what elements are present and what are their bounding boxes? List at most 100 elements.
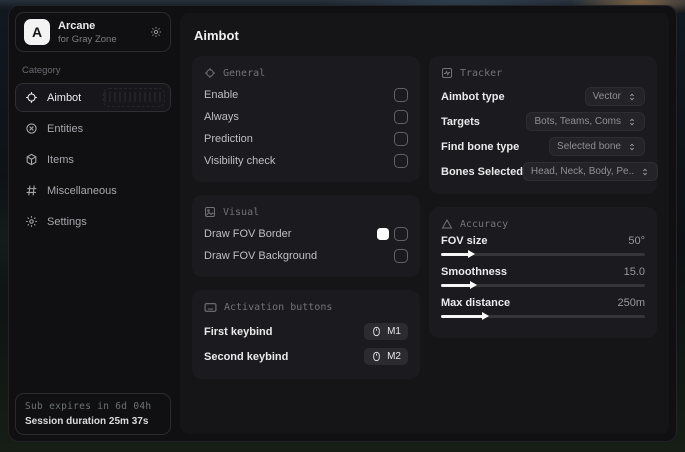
draw-fov-border-checkbox[interactable] [394, 227, 408, 241]
slider-label: Max distance [441, 297, 511, 309]
entity-icon [25, 122, 38, 135]
toggle-row: Draw FOV Border [204, 223, 408, 245]
toggle-label: Visibility check [204, 155, 276, 167]
select-label: Bones Selected [441, 165, 523, 178]
toggle-label: Prediction [204, 133, 253, 145]
image-icon [204, 206, 216, 218]
slider-fill [441, 283, 472, 287]
mouse-icon [371, 326, 382, 337]
page-title: Aimbot [194, 28, 239, 43]
hash-icon [25, 184, 38, 197]
visual-card: Visual Draw FOV Border Draw FOV Backgrou… [192, 195, 420, 277]
crosshair-icon [204, 67, 216, 79]
toggle-label: Always [204, 111, 239, 123]
card-title: Visual [223, 206, 260, 218]
main-panel: Aimbot General Enable Always Prediction … [180, 13, 669, 434]
crosshair-icon [25, 91, 38, 104]
gear-icon[interactable] [150, 26, 162, 38]
select-value: Selected bone [557, 141, 621, 152]
toggle-row: Enable [204, 84, 408, 106]
visibility-check-checkbox[interactable] [394, 154, 408, 168]
sub-expires-text: Sub expires in 6d 04h [25, 401, 152, 412]
brand-subtitle: for Gray Zone [58, 33, 117, 45]
select-value: Bots, Teams, Coms [534, 116, 621, 127]
gear-icon [25, 215, 38, 228]
toggle-label: Draw FOV Background [204, 250, 318, 262]
card-title: Tracker [460, 67, 503, 79]
slider-label: FOV size [441, 235, 488, 247]
keybind-row: First keybind M1 [204, 319, 408, 344]
chevrons-up-down-icon [627, 92, 637, 102]
select-label: Aimbot type [441, 90, 505, 103]
sidebar-item-settings[interactable]: Settings [15, 207, 171, 236]
slider-value: 250m [617, 297, 645, 309]
sidebar-item-label: Entities [47, 122, 84, 135]
find-bone-type-select[interactable]: Selected bone [549, 137, 645, 156]
select-row: Aimbot type Vector [441, 84, 645, 109]
session-duration-text: Session duration 25m 37s [25, 416, 149, 427]
tracker-card: Tracker Aimbot type Vector Targets Bots,… [429, 56, 659, 194]
slider-handle[interactable] [467, 250, 475, 258]
sidebar-item-label: Aimbot [47, 91, 82, 104]
chevrons-up-down-icon [627, 117, 637, 127]
card-title: Activation buttons [224, 302, 333, 313]
keybind-value: M2 [387, 351, 401, 362]
chevrons-up-down-icon [627, 142, 637, 152]
slider-label: Smoothness [441, 266, 508, 278]
select-label: Targets [441, 115, 480, 128]
toggle-label: Draw FOV Border [204, 228, 292, 240]
brand-card: A Arcane for Gray Zone [15, 12, 171, 52]
brand-logo: A [24, 19, 50, 45]
general-card: General Enable Always Prediction Visibil… [192, 56, 420, 182]
toggle-row: Prediction [204, 128, 408, 150]
color-swatch[interactable] [377, 228, 389, 240]
enable-checkbox[interactable] [394, 88, 408, 102]
slider-group: Max distance 250m [441, 297, 645, 321]
slider-group: FOV size 50° [441, 235, 645, 259]
chevrons-up-down-icon [640, 167, 650, 177]
targets-select[interactable]: Bots, Teams, Coms [526, 112, 645, 131]
second-keybind-button[interactable]: M2 [364, 348, 408, 365]
select-value: Vector [592, 91, 621, 102]
slider-fill [441, 252, 470, 256]
activity-icon [441, 67, 453, 79]
slider-handle[interactable] [469, 281, 477, 289]
sidebar-item-entities[interactable]: Entities [15, 114, 171, 143]
slider-value: 50° [628, 235, 645, 247]
sidebar: A Arcane for Gray Zone Category Aimbot E… [9, 6, 177, 441]
triangle-icon [441, 218, 453, 230]
first-keybind-button[interactable]: M1 [364, 323, 408, 340]
select-row: Bones Selected Head, Neck, Body, Pe.. [441, 159, 659, 184]
slider-value: 15.0 [623, 266, 645, 278]
card-title: Accuracy [460, 218, 509, 230]
always-checkbox[interactable] [394, 110, 408, 124]
toggle-row: Draw FOV Background [204, 245, 408, 267]
sidebar-item-miscellaneous[interactable]: Miscellaneous [15, 176, 171, 205]
fov-size-slider[interactable] [441, 249, 645, 259]
select-row: Find bone type Selected bone [441, 134, 645, 159]
prediction-checkbox[interactable] [394, 132, 408, 146]
toggle-row: Always [204, 106, 408, 128]
select-label: Find bone type [441, 140, 520, 153]
keybind-value: M1 [387, 326, 401, 337]
select-row: Targets Bots, Teams, Coms [441, 109, 645, 134]
card-title: General [223, 67, 266, 79]
select-value: Head, Neck, Body, Pe.. [530, 166, 635, 177]
draw-fov-background-checkbox[interactable] [394, 249, 408, 263]
smoothness-slider[interactable] [441, 280, 645, 290]
watermark-pattern [103, 88, 165, 107]
sidebar-item-label: Items [47, 153, 74, 166]
app-window: A Arcane for Gray Zone Category Aimbot E… [8, 5, 677, 442]
aimbot-type-select[interactable]: Vector [584, 87, 645, 106]
slider-fill [441, 314, 484, 318]
max-distance-slider[interactable] [441, 311, 645, 321]
sidebar-item-aimbot[interactable]: Aimbot [15, 83, 171, 112]
keybind-row: Second keybind M2 [204, 344, 408, 369]
brand-name: Arcane [58, 19, 96, 32]
sidebar-item-items[interactable]: Items [15, 145, 171, 174]
subscription-card: Sub expires in 6d 04h Session duration 2… [15, 393, 171, 435]
toggle-row: Visibility check [204, 150, 408, 172]
slider-handle[interactable] [481, 312, 489, 320]
bones-selected-select[interactable]: Head, Neck, Body, Pe.. [522, 162, 659, 181]
cube-icon [25, 153, 38, 166]
